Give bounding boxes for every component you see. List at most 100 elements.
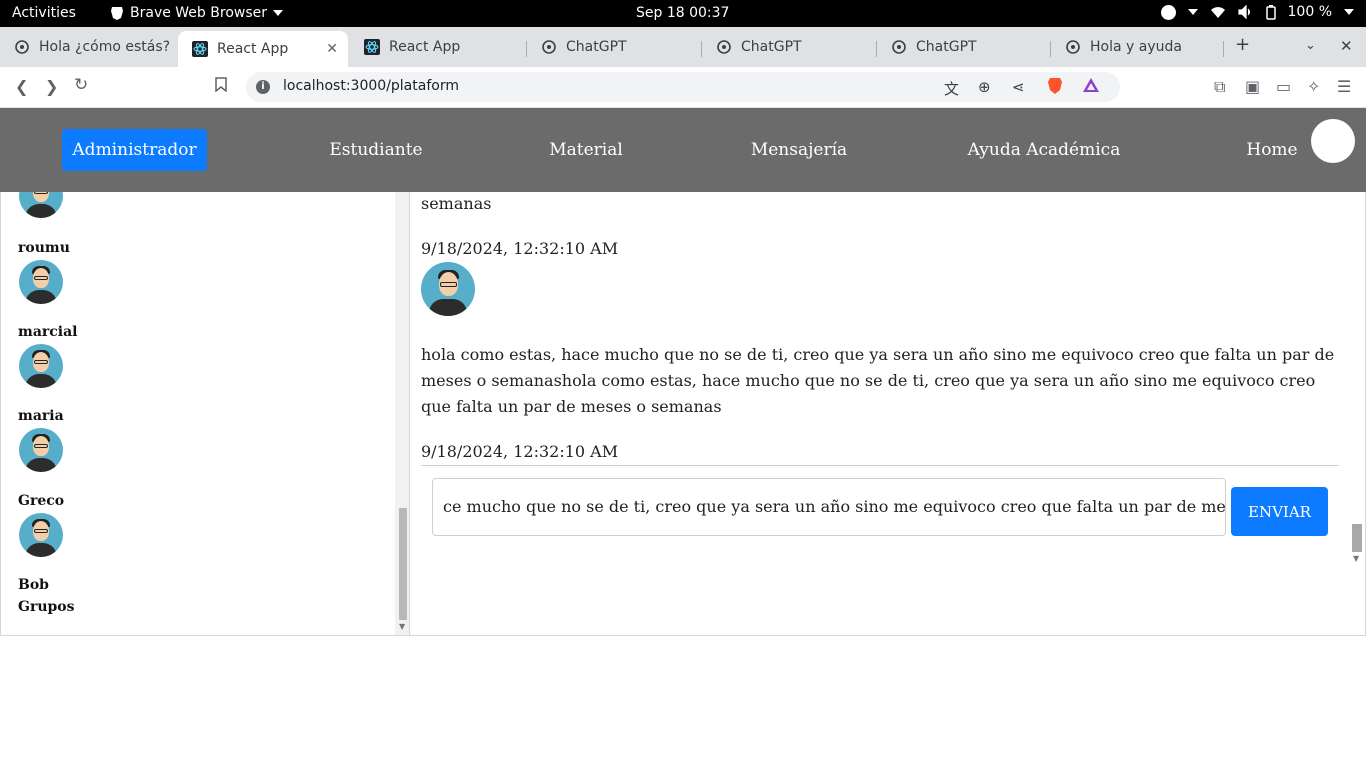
react-icon <box>192 41 208 57</box>
tab-active[interactable]: React App ✕ <box>178 31 348 67</box>
scroll-down-icon[interactable]: ▼ <box>1353 554 1359 563</box>
user-avatar[interactable] <box>19 192 63 218</box>
chat-scrollbar[interactable]: ▼ <box>1350 522 1362 563</box>
user-avatar[interactable] <box>19 513 63 557</box>
contact-item[interactable]: maria <box>18 408 64 424</box>
contact-name: roumu <box>18 240 70 256</box>
scroll-down-icon[interactable]: ▼ <box>399 622 405 631</box>
app-name-label: Brave Web Browser <box>130 5 267 21</box>
scrollbar-thumb[interactable] <box>1352 524 1362 552</box>
tab[interactable]: Hola ¿cómo estás? <box>0 33 178 61</box>
chatgpt-icon <box>14 39 30 55</box>
sender-avatar <box>421 262 475 316</box>
address-bar[interactable]: i localhost:3000/plataform 文 ⊕ ⋖ <box>246 72 1120 102</box>
new-tab-icon[interactable]: + <box>1235 34 1250 55</box>
profile-avatar[interactable] <box>1311 119 1355 163</box>
chevron-down-icon <box>1187 9 1198 15</box>
nav-home[interactable]: Home <box>1236 129 1308 171</box>
message-timestamp: 9/18/2024, 12:32:10 AM <box>421 442 619 461</box>
chat-panel: semanas 9/18/2024, 12:32:10 AM hola como… <box>410 192 1366 636</box>
system-tray[interactable]: 100 % <box>1160 4 1354 20</box>
tab[interactable]: ChatGPT <box>527 33 701 61</box>
contact-item[interactable]: Greco <box>18 493 64 509</box>
system-top-bar: Activities Brave Web Browser Sep 18 00:3… <box>0 0 1366 27</box>
tab-strip: Hola ¿cómo estás? React App ✕ React App … <box>0 27 1366 67</box>
contact-item[interactable]: Bob <box>18 577 49 593</box>
nav-administrador[interactable]: Administrador <box>62 129 207 171</box>
user-avatar[interactable] <box>19 428 63 472</box>
clock[interactable]: Sep 18 00:37 <box>636 5 729 21</box>
chatgpt-icon <box>541 39 557 55</box>
translate-icon[interactable]: 文 <box>944 78 959 99</box>
nav-mensajeria[interactable]: Mensajería <box>744 129 854 171</box>
share-icon[interactable]: ⋖ <box>1012 78 1025 96</box>
tab-title: React App <box>389 39 461 55</box>
leo-ai-icon[interactable]: ✧ <box>1307 77 1320 96</box>
app-menu[interactable]: Brave Web Browser <box>110 5 283 21</box>
tab-title: Hola ¿cómo estás? <box>39 39 171 55</box>
chevron-down-icon <box>1344 9 1354 15</box>
message-text-fragment: semanas <box>421 194 492 213</box>
sidebar-toggle-icon[interactable]: ▣ <box>1245 77 1260 96</box>
tab-separator <box>1223 41 1224 57</box>
tab-title: ChatGPT <box>916 39 977 55</box>
chatgpt-icon <box>716 39 732 55</box>
composer-divider <box>421 465 1339 466</box>
bookmark-icon[interactable] <box>215 77 227 96</box>
tab-title: ChatGPT <box>741 39 802 55</box>
message-text: hola como estas, hace mucho que no se de… <box>421 345 1335 416</box>
menu-icon[interactable]: ☰ <box>1337 77 1351 96</box>
wifi-icon <box>1210 7 1225 18</box>
contact-name: Greco <box>18 493 65 509</box>
tab-title: Hola y ayuda <box>1090 39 1182 55</box>
forward-icon[interactable]: ❯ <box>45 77 58 96</box>
close-window-icon[interactable]: ✕ <box>1340 37 1353 55</box>
close-icon[interactable]: ✕ <box>326 41 338 57</box>
url-text: localhost:3000/plataform <box>283 78 459 94</box>
contacts-sidebar: roumu marcial maria Greco Bob Grupos ▼ <box>0 192 410 636</box>
send-button[interactable]: ENVIAR <box>1231 487 1328 536</box>
contact-name: maria <box>18 408 64 424</box>
contact-name: Bob <box>18 577 49 593</box>
groups-label: Grupos <box>18 599 75 615</box>
contact-item[interactable]: marcial <box>18 324 78 340</box>
battery-icon <box>1265 4 1276 20</box>
tab[interactable]: Hola y ayuda <box>1051 33 1223 61</box>
react-icon <box>364 39 380 55</box>
tab-search-chevron-icon[interactable]: ⌄ <box>1305 38 1316 53</box>
tab-title: ChatGPT <box>566 39 627 55</box>
browser-toolbar: ❮ ❯ ↻ i localhost:3000/plataform 文 ⊕ ⋖ ⧉… <box>0 67 1366 108</box>
sidebar-scrollbar[interactable]: ▼ <box>395 192 409 635</box>
brave-rewards-icon[interactable] <box>1082 77 1100 97</box>
tab[interactable]: ChatGPT <box>877 33 1051 61</box>
tab-title: React App <box>217 41 289 57</box>
site-info-icon[interactable]: i <box>256 80 270 94</box>
groups-heading[interactable]: Grupos <box>18 599 75 615</box>
brave-lion-icon <box>111 6 123 20</box>
accessibility-icon[interactable] <box>1160 4 1176 20</box>
user-avatar[interactable] <box>19 260 63 304</box>
nav-estudiante[interactable]: Estudiante <box>320 129 432 171</box>
activities-button[interactable]: Activities <box>12 5 76 21</box>
chatgpt-icon <box>891 39 907 55</box>
scrollbar-thumb[interactable] <box>399 508 407 620</box>
wallet-icon[interactable]: ▭ <box>1276 77 1291 96</box>
app-nav-bar: Administrador Estudiante Material Mensaj… <box>0 108 1366 192</box>
back-icon[interactable]: ❮ <box>15 77 28 96</box>
nav-material[interactable]: Material <box>540 129 632 171</box>
battery-percent: 100 % <box>1287 4 1332 20</box>
chatgpt-icon <box>1065 39 1081 55</box>
contact-item[interactable]: roumu <box>18 240 70 256</box>
nav-ayuda-academica[interactable]: Ayuda Académica <box>965 129 1123 171</box>
tab[interactable]: React App <box>350 33 526 61</box>
reload-icon[interactable]: ↻ <box>74 75 88 95</box>
tab[interactable]: ChatGPT <box>702 33 876 61</box>
chevron-down-icon <box>273 10 283 16</box>
brave-shields-icon[interactable] <box>1047 77 1063 99</box>
extensions-icon[interactable]: ⧉ <box>1214 77 1225 97</box>
user-avatar[interactable] <box>19 344 63 388</box>
contact-name: marcial <box>18 324 78 340</box>
message-timestamp: 9/18/2024, 12:32:10 AM <box>421 239 619 258</box>
message-input[interactable]: ce mucho que no se de ti, creo que ya se… <box>432 478 1226 536</box>
zoom-icon[interactable]: ⊕ <box>978 78 991 96</box>
